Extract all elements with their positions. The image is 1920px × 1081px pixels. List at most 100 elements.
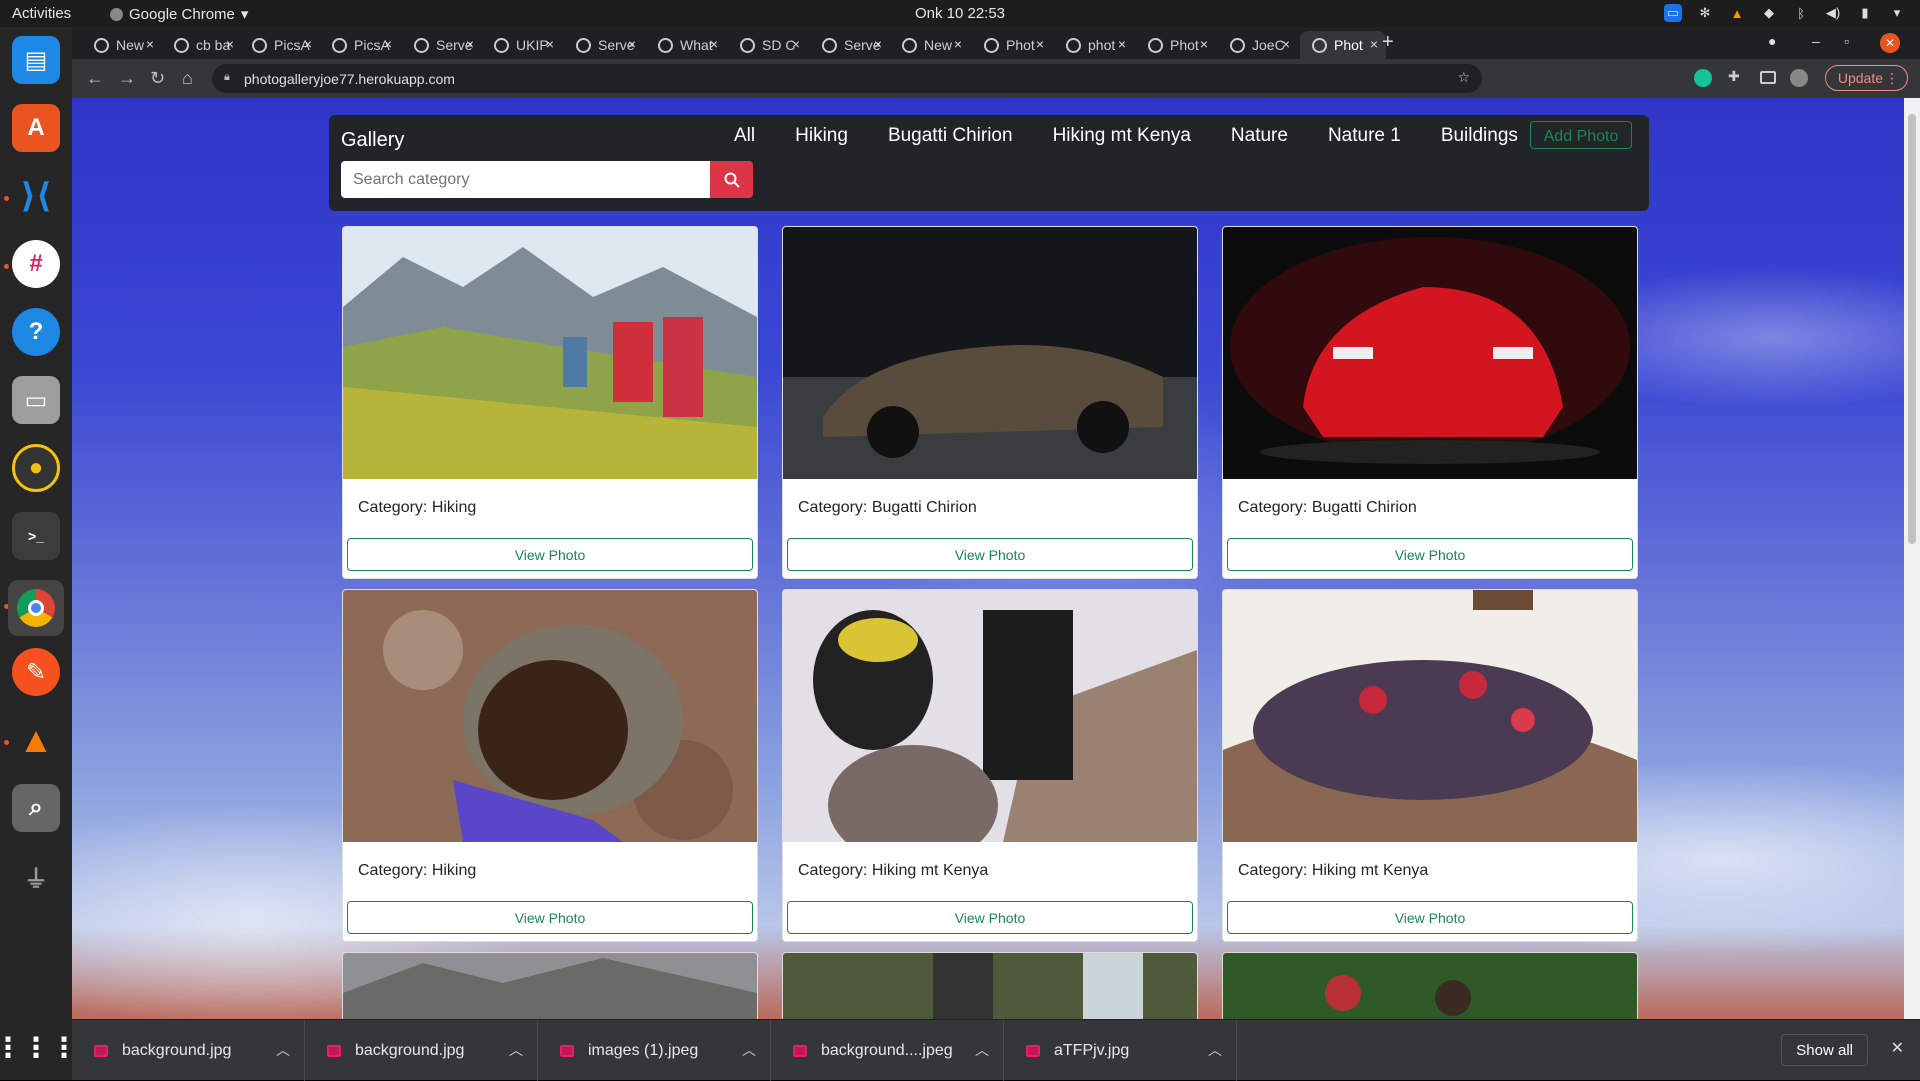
- bluetooth-icon[interactable]: ᛒ: [1792, 4, 1810, 22]
- lock-icon[interactable]: 🔒︎: [224, 71, 230, 84]
- power-menu-icon[interactable]: ▾: [1888, 4, 1906, 22]
- browser-tab[interactable]: phot ×: [1054, 31, 1134, 59]
- browser-tab[interactable]: Serve ×: [810, 31, 890, 59]
- add-photo-button[interactable]: Add Photo: [1530, 121, 1632, 149]
- close-icon[interactable]: ✕: [1891, 1038, 1904, 1058]
- nav-link-hiking[interactable]: Hiking: [775, 125, 868, 147]
- slack-icon[interactable]: #: [12, 240, 60, 288]
- reload-icon[interactable]: ↻: [150, 68, 165, 89]
- browser-tab[interactable]: cb ba ×: [162, 31, 242, 59]
- nav-link-all[interactable]: All: [714, 125, 775, 147]
- close-tab-icon[interactable]: ×: [146, 36, 154, 52]
- tab-search-icon[interactable]: ●: [1768, 33, 1776, 49]
- tray-app-icon[interactable]: ▭: [1664, 4, 1682, 22]
- wifi-icon[interactable]: ◆: [1760, 4, 1778, 22]
- close-tab-icon[interactable]: ×: [874, 36, 882, 52]
- card-photo[interactable]: [1223, 953, 1637, 1019]
- help-icon[interactable]: ?: [12, 308, 60, 356]
- update-button[interactable]: Update ⋮: [1824, 65, 1908, 91]
- nav-link-buildings[interactable]: Buildings: [1421, 125, 1538, 147]
- close-tab-icon[interactable]: ×: [1036, 36, 1044, 52]
- page-scrollbar[interactable]: [1904, 98, 1920, 1019]
- window-close-icon[interactable]: ✕: [1880, 33, 1900, 53]
- vlc-tray-icon[interactable]: ▲: [1728, 4, 1746, 22]
- nav-link-nature[interactable]: Nature: [1211, 125, 1308, 147]
- card-photo[interactable]: [343, 227, 757, 479]
- vscode-icon[interactable]: ⟩⟨: [12, 172, 60, 220]
- minimize-icon[interactable]: –: [1812, 33, 1820, 49]
- view-photo-button[interactable]: View Photo: [347, 538, 753, 571]
- usb-drive-icon[interactable]: ⏚: [12, 852, 60, 900]
- browser-tab[interactable]: Serve ×: [564, 31, 644, 59]
- browser-tab[interactable]: New ×: [890, 31, 970, 59]
- rhythmbox-icon[interactable]: ●: [12, 444, 60, 492]
- download-item[interactable]: background.jpg ︿: [305, 1020, 538, 1081]
- close-tab-icon[interactable]: ×: [304, 36, 312, 52]
- view-photo-button[interactable]: View Photo: [1227, 538, 1633, 571]
- card-photo[interactable]: [1223, 590, 1637, 842]
- home-icon[interactable]: ⌂: [182, 68, 193, 89]
- show-applications-icon[interactable]: ⋮⋮⋮: [0, 1023, 78, 1071]
- browser-tab[interactable]: SD C ×: [728, 31, 808, 59]
- view-photo-button[interactable]: View Photo: [1227, 901, 1633, 934]
- new-tab-icon[interactable]: +: [1382, 31, 1394, 54]
- slack-tray-icon[interactable]: ✻: [1696, 4, 1714, 22]
- profile-avatar[interactable]: [1790, 69, 1808, 87]
- browser-tab[interactable]: PicsA ×: [240, 31, 320, 59]
- chevron-up-icon[interactable]: ︿: [509, 1040, 523, 1060]
- close-tab-icon[interactable]: ×: [1370, 36, 1378, 52]
- chrome-dock-icon[interactable]: [8, 580, 64, 636]
- close-tab-icon[interactable]: ×: [710, 36, 718, 52]
- battery-icon[interactable]: ▮: [1856, 4, 1874, 22]
- chevron-up-icon[interactable]: ︿: [276, 1040, 290, 1060]
- show-all-downloads-button[interactable]: Show all: [1781, 1034, 1868, 1066]
- address-bar[interactable]: 🔒︎ photogalleryjoe77.herokuapp.com ☆: [212, 64, 1482, 93]
- card-photo[interactable]: [783, 227, 1197, 479]
- download-item[interactable]: background....jpeg ︿: [771, 1020, 1004, 1081]
- close-tab-icon[interactable]: ×: [1118, 36, 1126, 52]
- nav-link-nature-1[interactable]: Nature 1: [1308, 125, 1421, 147]
- software-center-icon[interactable]: A: [12, 104, 60, 152]
- browser-tab[interactable]: Phot ×: [1136, 31, 1216, 59]
- download-item[interactable]: images (1).jpeg ︿: [538, 1020, 771, 1081]
- browser-tab[interactable]: Serve ×: [402, 31, 482, 59]
- browser-tab[interactable]: UKIP ×: [482, 31, 562, 59]
- close-tab-icon[interactable]: ×: [226, 36, 234, 52]
- forward-icon[interactable]: →: [118, 68, 136, 89]
- chevron-up-icon[interactable]: ︿: [1208, 1040, 1222, 1060]
- scrollbar-thumb[interactable]: [1908, 114, 1916, 544]
- browser-tab[interactable]: Phot ×: [972, 31, 1052, 59]
- close-tab-icon[interactable]: ×: [792, 36, 800, 52]
- volume-icon[interactable]: ◀): [1824, 4, 1842, 22]
- color-picker-icon[interactable]: ✎: [12, 648, 60, 696]
- restore-icon[interactable]: ▫: [1844, 33, 1849, 49]
- grammarly-icon[interactable]: [1694, 69, 1712, 87]
- files-icon[interactable]: ▭: [12, 376, 60, 424]
- bookmark-star-icon[interactable]: ☆: [1457, 69, 1470, 86]
- close-tab-icon[interactable]: ×: [628, 36, 636, 52]
- browser-tab[interactable]: What ×: [646, 31, 726, 59]
- search-input[interactable]: [341, 161, 722, 198]
- site-brand[interactable]: Gallery: [341, 129, 404, 152]
- download-item[interactable]: aTFPjv.jpg ︿: [1004, 1020, 1237, 1081]
- close-tab-icon[interactable]: ×: [1200, 36, 1208, 52]
- view-photo-button[interactable]: View Photo: [787, 538, 1193, 571]
- close-tab-icon[interactable]: ×: [466, 36, 474, 52]
- terminal-icon[interactable]: >_: [12, 512, 60, 560]
- libreoffice-writer-icon[interactable]: ▤: [12, 36, 60, 84]
- browser-tab[interactable]: JoeC ×: [1218, 31, 1298, 59]
- nav-link-bugatti-chirion[interactable]: Bugatti Chirion: [868, 125, 1033, 147]
- close-tab-icon[interactable]: ×: [546, 36, 554, 52]
- card-photo[interactable]: [783, 590, 1197, 842]
- download-item[interactable]: background.jpg ︿: [72, 1020, 305, 1081]
- extensions-puzzle-icon[interactable]: ✚: [1728, 68, 1746, 86]
- cast-icon[interactable]: [1760, 71, 1776, 84]
- chevron-up-icon[interactable]: ︿: [742, 1040, 756, 1060]
- close-tab-icon[interactable]: ×: [954, 36, 962, 52]
- screenshot-search-icon[interactable]: ⌕: [12, 784, 60, 832]
- card-photo[interactable]: [783, 953, 1197, 1019]
- clock[interactable]: Onk 10 22:53: [0, 5, 1920, 22]
- nav-link-hiking-mt-kenya[interactable]: Hiking mt Kenya: [1033, 125, 1211, 147]
- view-photo-button[interactable]: View Photo: [787, 901, 1193, 934]
- browser-tab[interactable]: Phot ×: [1300, 31, 1386, 59]
